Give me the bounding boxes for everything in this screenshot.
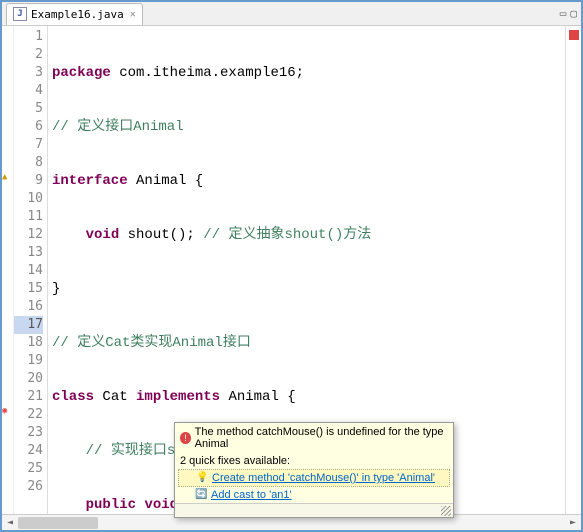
quick-fix-link-2[interactable]: Add cast to 'an1'	[211, 489, 292, 501]
line-number: 3	[14, 64, 43, 82]
maximize-icon[interactable]: ▢	[570, 7, 577, 20]
scroll-thumb[interactable]	[18, 517, 98, 529]
lightbulb-icon: 💡	[196, 472, 208, 484]
file-tab[interactable]: J Example16.java ✕	[6, 3, 143, 25]
line-number: 16	[14, 298, 43, 316]
minimize-icon[interactable]: ▭	[560, 7, 567, 20]
quick-fix-option-1[interactable]: 💡 Create method 'catchMouse()' in type '…	[178, 469, 450, 487]
line-number: 26	[14, 478, 43, 496]
scroll-left-icon[interactable]: ◄	[2, 515, 18, 531]
overview-ruler[interactable]	[565, 26, 581, 514]
line-number: 7	[14, 136, 43, 154]
line-number: 25	[14, 460, 43, 478]
line-number: 11	[14, 208, 43, 226]
line-number: 5	[14, 100, 43, 118]
resize-grip-icon[interactable]	[441, 506, 451, 516]
line-number: 9	[14, 172, 43, 190]
line-number: 15	[14, 280, 43, 298]
cast-icon: 🔄	[195, 489, 207, 501]
line-number: 6	[14, 118, 43, 136]
line-number: 2	[14, 46, 43, 64]
line-number: 12	[14, 226, 43, 244]
line-number: 10	[14, 190, 43, 208]
quick-fix-link-1[interactable]: Create method 'catchMouse()' in type 'An…	[212, 472, 435, 484]
override-marker-icon: ▲	[2, 172, 12, 182]
line-number: 22	[14, 406, 43, 424]
line-number: 13	[14, 244, 43, 262]
line-number-gutter: 1234567891011121314151617181920212223242…	[14, 26, 48, 514]
java-file-icon: J	[13, 7, 27, 21]
error-marker-icon[interactable]: ◉	[2, 406, 12, 416]
scroll-right-icon[interactable]: ►	[565, 515, 581, 531]
line-number: 18	[14, 334, 43, 352]
error-overview-mark[interactable]	[569, 30, 579, 40]
editor-tab-bar: J Example16.java ✕ ▭ ▢	[2, 2, 581, 26]
line-number: 4	[14, 82, 43, 100]
line-number: 21	[14, 388, 43, 406]
line-number: 1	[14, 28, 43, 46]
quick-fix-option-2[interactable]: 🔄 Add cast to 'an1'	[175, 487, 453, 503]
line-number: 8	[14, 154, 43, 172]
quick-fix-popup: ! The method catchMouse() is undefined f…	[174, 422, 454, 518]
close-tab-icon[interactable]: ✕	[130, 9, 136, 20]
marker-column: ▲ ◉	[2, 26, 14, 514]
line-number: 24	[14, 442, 43, 460]
line-number: 20	[14, 370, 43, 388]
quick-fix-count: 2 quick fixes available:	[175, 453, 453, 469]
line-number: 14	[14, 262, 43, 280]
popup-footer	[175, 503, 453, 517]
tab-filename: Example16.java	[31, 8, 124, 21]
line-number: 23	[14, 424, 43, 442]
line-number: 19	[14, 352, 43, 370]
error-icon: !	[180, 432, 191, 444]
line-number: 17	[14, 316, 43, 334]
error-message: The method catchMouse() is undefined for…	[195, 426, 448, 450]
